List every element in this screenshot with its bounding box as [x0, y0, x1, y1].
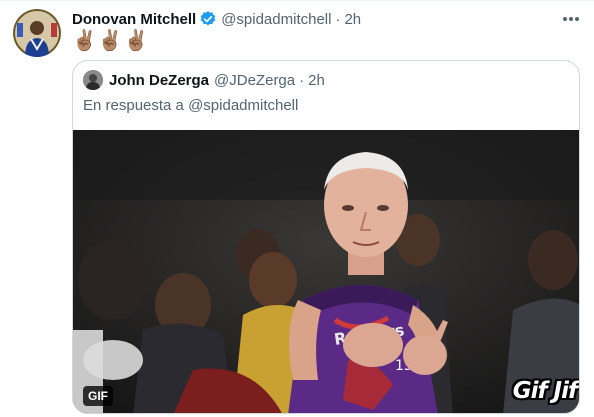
- quoted-tweet-card[interactable]: John DeZerga @JDeZerga · 2h En respuesta…: [72, 60, 580, 414]
- tweet-text: ✌🏽✌🏽✌🏽: [72, 30, 150, 52]
- verified-badge-icon: [199, 10, 217, 28]
- reply-prefix: En respuesta a: [83, 97, 189, 114]
- quoted-gif-media[interactable]: Raptors 15 GIF Gif Jif: [73, 130, 579, 413]
- author-name[interactable]: Donovan Mitchell: [72, 11, 196, 28]
- separator-dot: ·: [335, 10, 341, 28]
- quote-separator-dot: ·: [299, 71, 305, 89]
- gif-badge: GIF: [83, 386, 113, 406]
- author-avatar[interactable]: [13, 9, 61, 57]
- more-options-icon[interactable]: [560, 12, 582, 24]
- gif-frame-illustration: Raptors 15: [73, 130, 579, 413]
- quote-header: John DeZerga @JDeZerga · 2h: [83, 70, 325, 90]
- reply-context: En respuesta a @spidadmitchell: [83, 97, 298, 114]
- tweet-timestamp[interactable]: 2h: [344, 11, 361, 28]
- reply-to-link: @spidadmitchell: [188, 97, 299, 114]
- top-divider: [0, 0, 594, 1]
- tweet-header: Donovan Mitchell @spidadmitchell · 2h: [72, 9, 361, 29]
- quote-author-handle: @JDeZerga: [214, 71, 296, 89]
- quote-timestamp: 2h: [308, 71, 325, 89]
- gifjif-watermark: Gif Jif: [512, 378, 578, 404]
- quote-author-name: John DeZerga: [109, 71, 210, 89]
- quote-author-avatar: [83, 70, 103, 90]
- author-handle[interactable]: @spidadmitchell: [221, 11, 331, 28]
